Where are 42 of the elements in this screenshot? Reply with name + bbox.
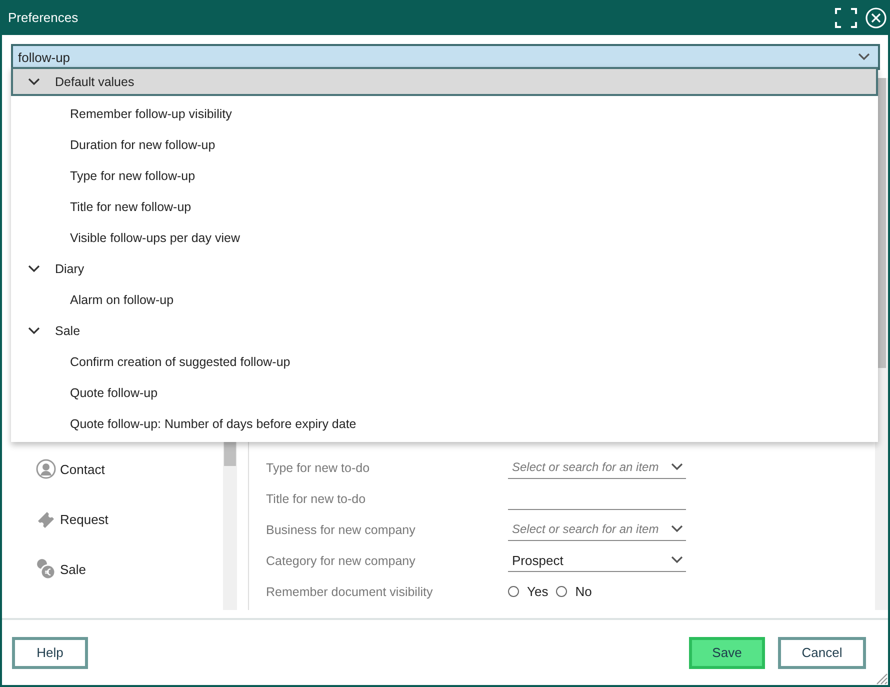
select-field[interactable]: Select or search for an item [508,456,686,478]
select-field[interactable]: Prospect [508,550,686,572]
result-item[interactable]: Title for new follow-up [11,191,878,222]
person-icon [36,459,56,479]
resize-grip-icon[interactable] [874,671,888,685]
close-icon[interactable] [865,6,887,28]
chevron-down-icon [27,326,41,336]
setting-label: Category for new company [266,554,416,568]
sidebar-item[interactable]: Contact [36,444,223,494]
fullscreen-icon[interactable] [835,8,857,28]
result-item[interactable]: Quote follow-up [11,377,878,408]
window-title: Preferences [8,10,78,25]
sidebar-item[interactable]: Request [36,494,223,544]
setting-label: Type for new to-do [266,460,371,474]
setting-label: Remember document visibility [266,584,434,598]
ticket-icon [36,509,56,529]
chevron-down-icon [27,76,41,86]
result-item[interactable]: Type for new follow-up [11,160,878,191]
result-group[interactable]: Default values [11,67,878,96]
result-group[interactable]: Diary [11,253,878,284]
chevron-down-icon [670,524,684,534]
setting-label: Title for new to-do [266,492,367,506]
dialog-button[interactable]: Help [12,636,88,668]
radio-option[interactable]: No [556,584,592,599]
result-item[interactable]: Visible follow-ups per day view [11,222,878,253]
dialog-button[interactable]: Cancel [778,636,866,668]
setting-label: Business for new company [266,522,416,536]
sidebar-item[interactable]: Sale [36,544,223,594]
result-item[interactable]: Alarm on follow-up [11,284,878,315]
chevron-down-icon [670,462,684,472]
result-group[interactable]: Sale [11,315,878,346]
coins-icon [36,558,56,580]
chevron-down-icon [670,555,684,565]
result-item[interactable]: Duration for new follow-up [11,129,878,160]
result-item[interactable]: Confirm creation of suggested follow-up [11,346,878,377]
chevron-down-icon [27,264,41,274]
dialog-button[interactable]: Save [689,636,765,668]
select-field[interactable]: Select or search for an item [508,518,686,540]
chevron-down-icon [857,52,871,62]
result-item[interactable]: Quote follow-up: Number of days before expiry date [11,408,878,439]
result-item[interactable]: Remember follow-up visibility [11,98,878,129]
radio-option[interactable]: Yes [508,584,548,599]
